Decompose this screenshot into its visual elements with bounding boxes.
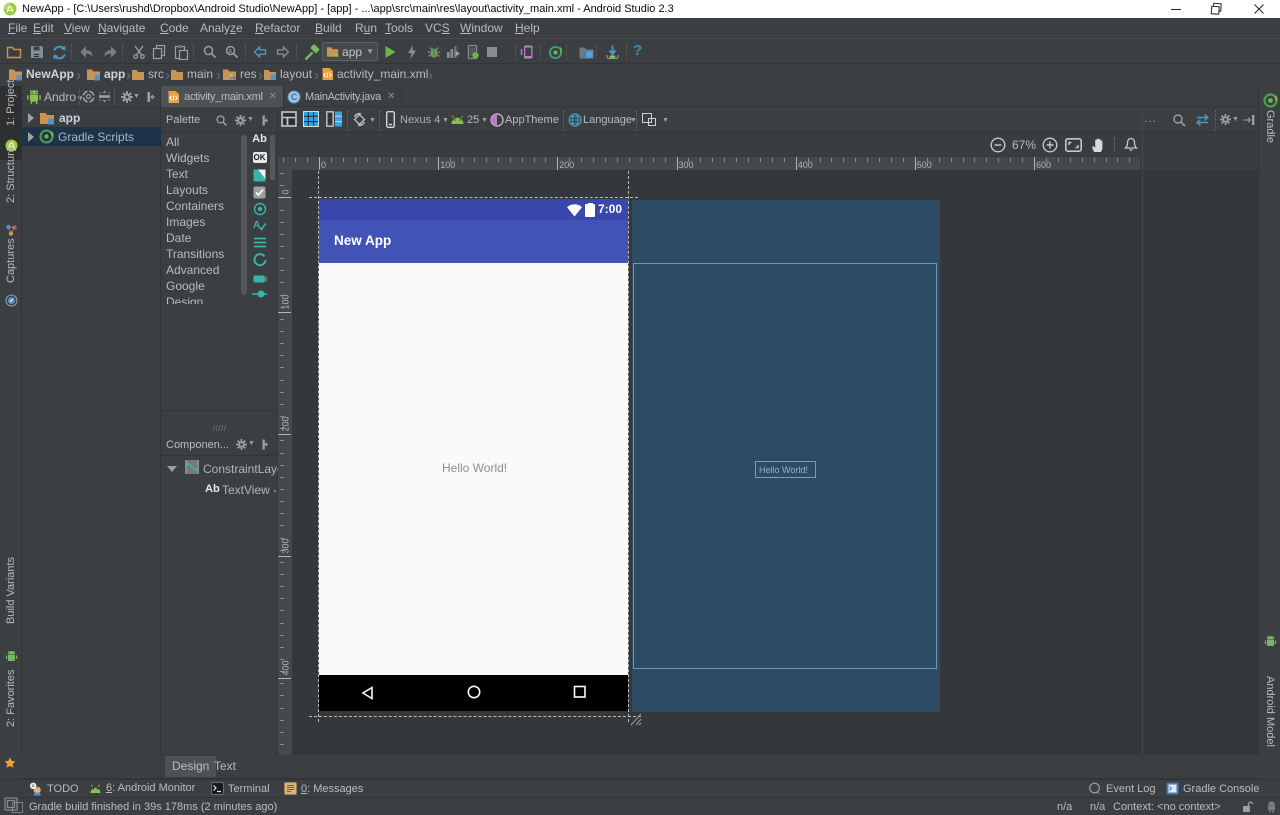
svg-text:a: a xyxy=(228,48,232,55)
svg-text:A: A xyxy=(253,220,260,231)
svg-text:C: C xyxy=(291,92,298,102)
